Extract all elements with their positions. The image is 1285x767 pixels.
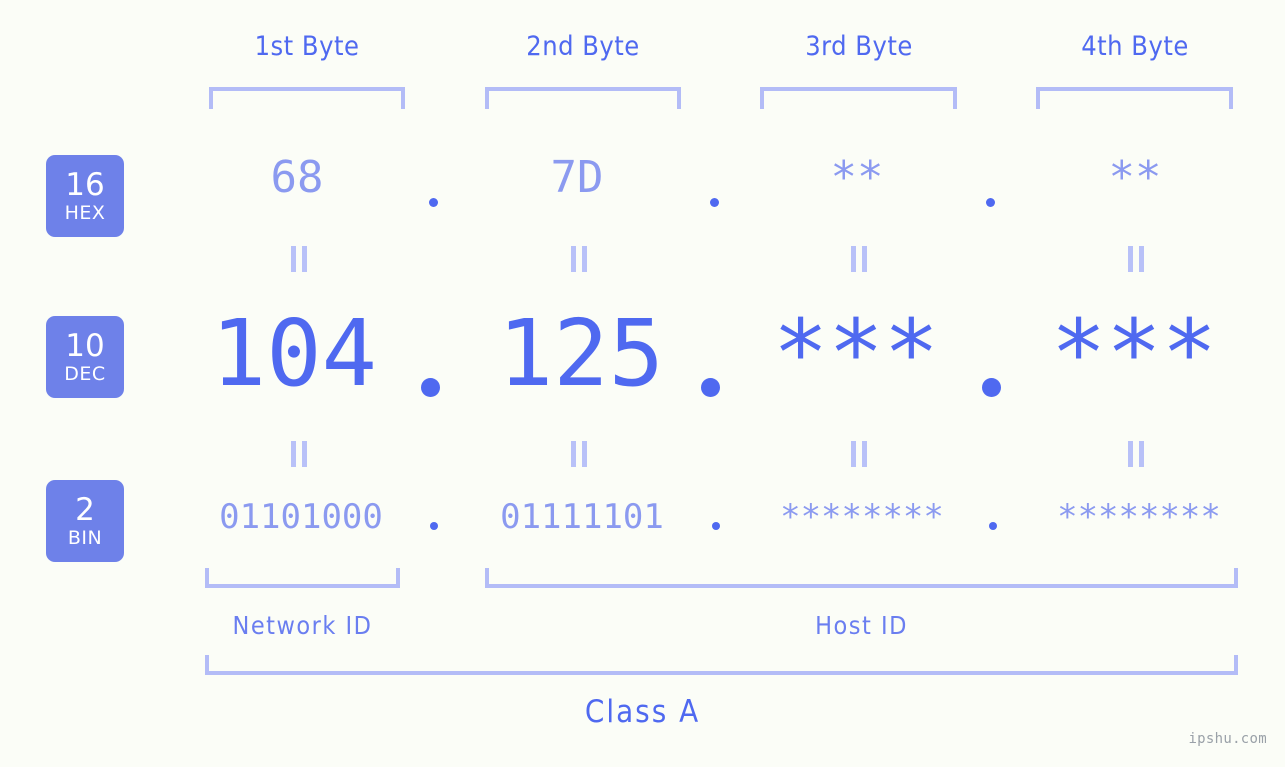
radix-badge-bin-number: 2 [75,491,95,528]
equals-icon-dec-bin-2 [569,441,589,467]
byte-header-4: 4th Byte [1081,31,1189,62]
class-label: Class A [584,694,701,730]
equals-icon-dec-bin-4 [1126,441,1146,467]
byte-bracket-1 [209,87,405,109]
hex-byte-3: ** [830,152,884,203]
host-id-bracket [485,568,1238,588]
network-id-label: Network ID [232,611,373,640]
dec-byte-4: *** [1050,300,1218,407]
radix-badge-dec-label: DEC [64,362,106,385]
byte-header-1: 1st Byte [254,31,360,62]
radix-badge-hex-number: 16 [65,166,105,203]
class-bracket [205,655,1238,675]
network-id-bracket [205,568,400,588]
dec-separator-3 [982,378,1001,397]
host-id-label: Host ID [815,611,908,640]
bin-byte-1: 01101000 [219,497,383,537]
bin-byte-2: 01111101 [500,497,664,537]
radix-badge-hex-label: HEX [64,201,106,224]
radix-badge-bin-label: BIN [67,526,103,549]
bin-separator-1 [430,522,438,530]
hex-separator-1 [429,198,438,207]
byte-bracket-4 [1036,87,1233,109]
hex-byte-1: 68 [270,152,324,203]
dec-separator-1 [421,378,440,397]
equals-icon-hex-dec-4 [1126,246,1146,272]
hex-byte-4: ** [1108,152,1162,203]
byte-bracket-2 [485,87,681,109]
byte-header-2: 2nd Byte [526,31,640,62]
radix-badge-dec-number: 10 [65,327,105,364]
equals-icon-hex-dec-2 [569,246,589,272]
dec-byte-1: 104 [210,300,378,407]
bin-separator-3 [989,522,997,530]
byte-bracket-3 [760,87,957,109]
bin-byte-4: ******** [1057,497,1221,537]
dec-separator-2 [701,378,720,397]
equals-icon-dec-bin-1 [289,441,309,467]
bin-byte-3: ******** [780,497,944,537]
site-watermark: ipshu.com [1188,731,1267,747]
radix-badge-dec: 10 DEC [46,316,124,398]
hex-separator-2 [710,198,719,207]
equals-icon-hex-dec-3 [849,246,869,272]
ip-address-breakdown-diagram: 1st Byte 2nd Byte 3rd Byte 4th Byte 16 H… [0,0,1285,767]
dec-byte-3: *** [772,300,940,407]
byte-header-3: 3rd Byte [805,31,913,62]
bin-separator-2 [712,522,720,530]
equals-icon-hex-dec-1 [289,246,309,272]
dec-byte-2: 125 [497,300,665,407]
hex-byte-2: 7D [550,152,604,203]
radix-badge-bin: 2 BIN [46,480,124,562]
equals-icon-dec-bin-3 [849,441,869,467]
hex-separator-3 [986,198,995,207]
radix-badge-hex: 16 HEX [46,155,124,237]
